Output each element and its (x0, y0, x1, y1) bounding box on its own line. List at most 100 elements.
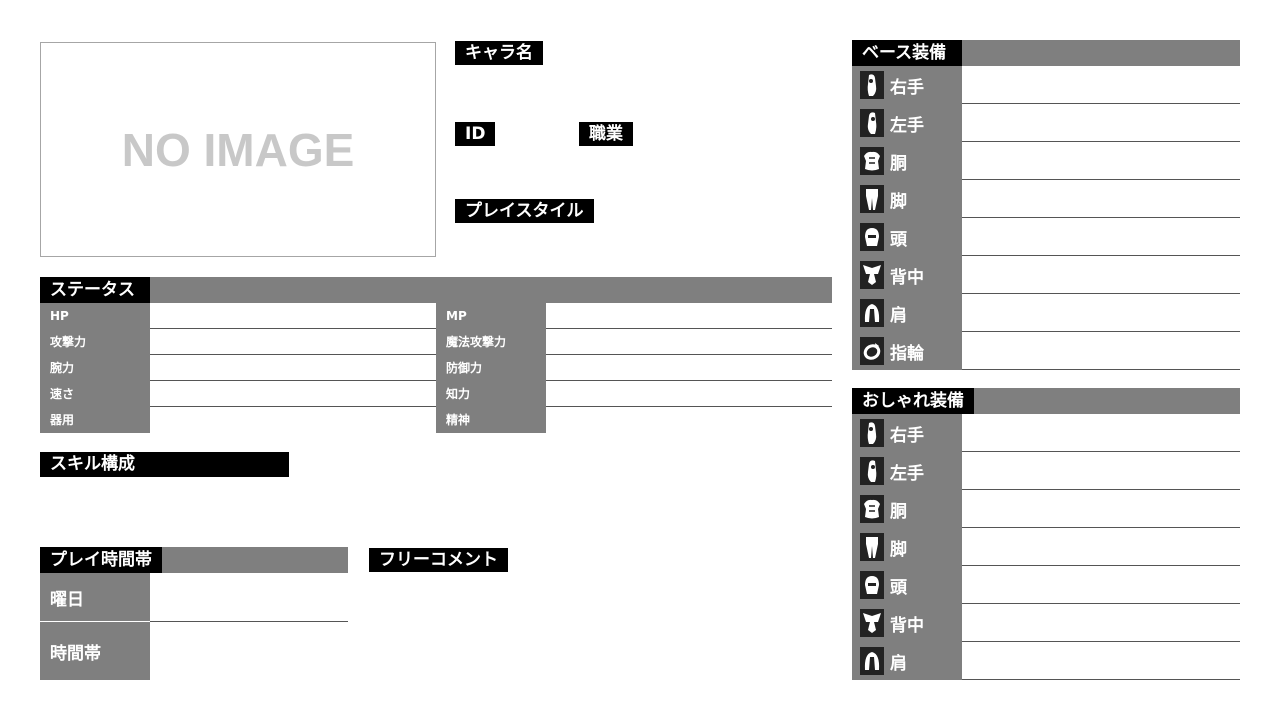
left-hand-icon (860, 109, 884, 137)
status-row: HP (40, 303, 436, 329)
equipment-value-field[interactable] (962, 642, 1240, 680)
equipment-slot-name: 左手 (890, 463, 924, 484)
job-label: 職業 (579, 122, 633, 146)
equipment-slot: 肩 (852, 642, 1240, 680)
equipment-slot: 指輪 (852, 332, 1240, 370)
equipment-slot: 左手 (852, 452, 1240, 490)
body-armor-icon (860, 147, 884, 175)
status-label: HP (40, 303, 150, 329)
equipment-slot-label: 脚 (852, 180, 962, 218)
status-value-field[interactable] (150, 381, 436, 407)
equipment-value-field[interactable] (962, 256, 1240, 294)
status-row: 攻撃力 (40, 329, 436, 355)
equipment-slot-label: 頭 (852, 566, 962, 604)
equipment-slot: 肩 (852, 294, 1240, 332)
equipment-slot-label: 背中 (852, 256, 962, 294)
equipment-slot: 右手 (852, 66, 1240, 104)
equipment-value-field[interactable] (962, 142, 1240, 180)
weekday-divider (150, 621, 348, 622)
equipment-slot-name: 右手 (890, 425, 924, 446)
equipment-value-field[interactable] (962, 414, 1240, 452)
equipment-value-field[interactable] (962, 218, 1240, 256)
equipment-slot-name: 胴 (890, 153, 907, 174)
status-value-field[interactable] (546, 303, 832, 329)
equipment-value-field[interactable] (962, 294, 1240, 332)
status-value-field[interactable] (546, 381, 832, 407)
equipment-slot-label: 右手 (852, 66, 962, 104)
status-label: 防御力 (436, 355, 546, 381)
equipment-value-field[interactable] (962, 566, 1240, 604)
weekday-label: 曜日 (40, 573, 150, 621)
status-value-field[interactable] (546, 329, 832, 355)
back-icon (860, 609, 884, 637)
base-equipment-title: ベース装備 (852, 40, 962, 66)
status-value-field[interactable] (150, 355, 436, 381)
skill-build-title: スキル構成 (40, 452, 289, 477)
equipment-slot: 右手 (852, 414, 1240, 452)
status-row: 防御力 (436, 355, 832, 381)
equipment-slot: 左手 (852, 104, 1240, 142)
equipment-slot-label: 胴 (852, 490, 962, 528)
equipment-row-divider (962, 679, 1240, 680)
status-row: MP (436, 303, 832, 329)
equipment-slot: 背中 (852, 604, 1240, 642)
ring-icon (860, 337, 884, 365)
equipment-slot-label: 左手 (852, 104, 962, 142)
status-title: ステータス (40, 277, 150, 303)
status-header-bar (40, 277, 832, 303)
equipment-slot-name: 背中 (890, 615, 924, 636)
head-icon (860, 571, 884, 599)
equipment-slot-label: 肩 (852, 294, 962, 332)
equipment-slot-name: 肩 (890, 653, 907, 674)
legs-icon (860, 533, 884, 561)
equipment-value-field[interactable] (962, 490, 1240, 528)
equipment-value-field[interactable] (962, 604, 1240, 642)
free-comment-title: フリーコメント (369, 548, 508, 572)
equipment-slot-label: 頭 (852, 218, 962, 256)
equipment-slot-label: 胴 (852, 142, 962, 180)
right-hand-icon (860, 71, 884, 99)
status-label: 器用 (40, 407, 150, 433)
status-value-field[interactable] (150, 329, 436, 355)
status-label: 精神 (436, 407, 546, 433)
status-row: 速さ (40, 381, 436, 407)
status-value-field[interactable] (546, 355, 832, 381)
equipment-slot-name: 左手 (890, 115, 924, 136)
character-image-placeholder[interactable]: NO IMAGE (40, 42, 436, 257)
equipment-slot-name: 肩 (890, 305, 907, 326)
equipment-value-field[interactable] (962, 528, 1240, 566)
equipment-slot-name: 頭 (890, 577, 907, 598)
back-icon (860, 261, 884, 289)
equipment-value-field[interactable] (962, 332, 1240, 370)
shoulder-icon (860, 647, 884, 675)
equipment-slot-label: 右手 (852, 414, 962, 452)
equipment-value-field[interactable] (962, 104, 1240, 142)
status-row: 知力 (436, 381, 832, 407)
equipment-slot-name: 指輪 (890, 343, 924, 364)
status-label: MP (436, 303, 546, 329)
equipment-slot-label: 脚 (852, 528, 962, 566)
equipment-value-field[interactable] (962, 66, 1240, 104)
equipment-slot-name: 胴 (890, 501, 907, 522)
character-name-label: キャラ名 (455, 41, 543, 65)
equipment-slot-name: 右手 (890, 77, 924, 98)
equipment-slot: 脚 (852, 528, 1240, 566)
status-value-field[interactable] (150, 407, 436, 433)
fashion-equipment-title: おしゃれ装備 (852, 388, 974, 414)
equipment-slot-name: 頭 (890, 229, 907, 250)
equipment-slot-label: 背中 (852, 604, 962, 642)
status-row: 精神 (436, 407, 832, 433)
equipment-slot: 胴 (852, 490, 1240, 528)
right-hand-icon (860, 419, 884, 447)
equipment-slot-label: 指輪 (852, 332, 962, 370)
equipment-value-field[interactable] (962, 180, 1240, 218)
equipment-slot: 頭 (852, 218, 1240, 256)
equipment-slot-name: 背中 (890, 267, 924, 288)
status-value-field[interactable] (150, 303, 436, 329)
equipment-value-field[interactable] (962, 452, 1240, 490)
status-value-field[interactable] (546, 407, 832, 433)
timeslot-label: 時間帯 (40, 622, 150, 680)
equipment-slot-name: 脚 (890, 539, 907, 560)
body-armor-icon (860, 495, 884, 523)
status-label: 攻撃力 (40, 329, 150, 355)
